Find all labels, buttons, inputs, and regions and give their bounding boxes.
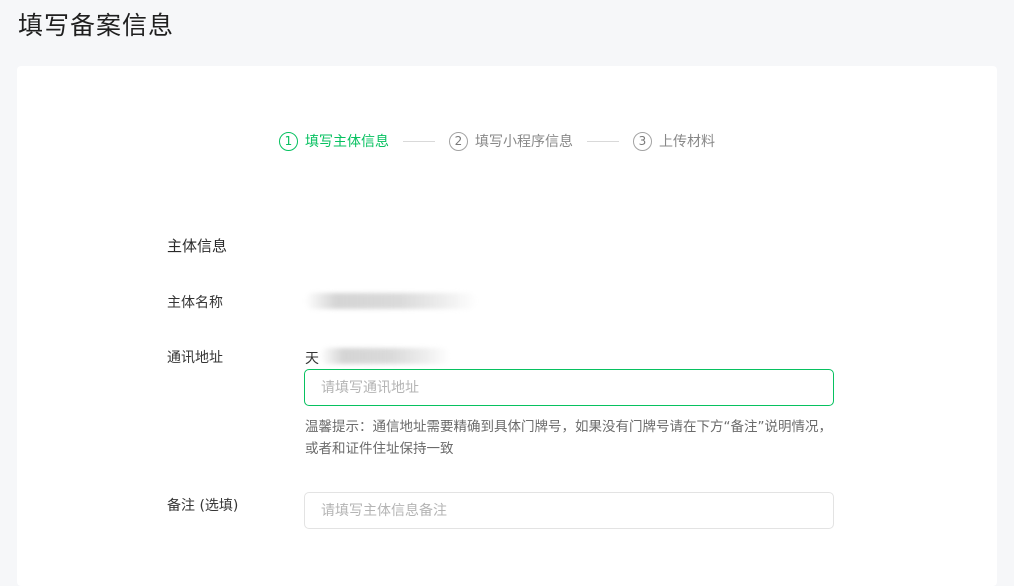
form-card: 1 填写主体信息 2 填写小程序信息 3 上传材料 主体信息 主体名称 通讯地址… <box>17 66 997 586</box>
address-value-prefix: 天 <box>305 351 319 367</box>
remark-input[interactable] <box>304 492 834 529</box>
address-label: 通讯地址 <box>167 350 223 366</box>
step-connector <box>587 140 619 142</box>
step-1-number: 1 <box>279 131 298 151</box>
address-input[interactable] <box>304 369 834 406</box>
step-1-label: 填写主体信息 <box>305 134 389 150</box>
page-title: 填写备案信息 <box>18 11 175 40</box>
step-3-label: 上传材料 <box>659 134 715 150</box>
step-1: 1 填写主体信息 <box>279 131 389 151</box>
step-3: 3 上传材料 <box>633 131 715 151</box>
step-3-number: 3 <box>633 131 652 151</box>
address-hint: 温馨提示：通信地址需要精确到具体门牌号，如果没有门牌号请在下方“备注”说明情况，… <box>305 419 832 457</box>
remark-label: 备注 (选填) <box>167 498 239 514</box>
step-2-number: 2 <box>449 131 468 151</box>
step-2-label: 填写小程序信息 <box>475 134 573 150</box>
step-connector <box>403 140 435 142</box>
step-indicator: 1 填写主体信息 2 填写小程序信息 3 上传材料 <box>279 129 715 153</box>
address-value-redacted <box>320 348 450 364</box>
section-title: 主体信息 <box>167 237 228 255</box>
step-2: 2 填写小程序信息 <box>449 131 573 151</box>
subject-name-label: 主体名称 <box>167 295 223 311</box>
subject-name-value-redacted <box>305 293 477 309</box>
